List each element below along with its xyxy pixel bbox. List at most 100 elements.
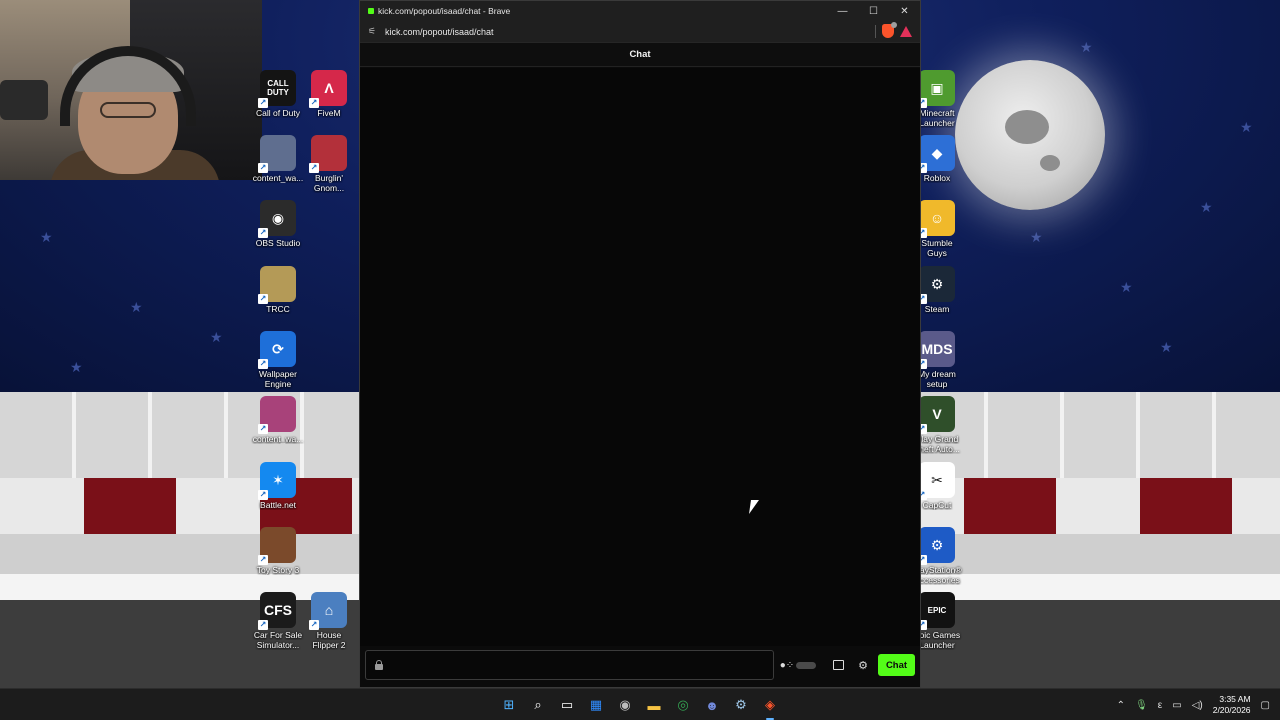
star: ★	[1120, 279, 1133, 295]
icon-label: FiveM	[317, 108, 341, 118]
url-text[interactable]: kick.com/popout/isaad/chat	[385, 27, 494, 37]
app-icon: ☺ ↗	[917, 200, 955, 238]
app-icon: ↗	[258, 396, 296, 434]
taskbar-file-explorer-icon[interactable]: ▬	[642, 693, 666, 717]
app-icon: ↗	[258, 527, 296, 565]
icon-label: House	[316, 630, 342, 640]
taskbar-microsoft-store-icon[interactable]: ▦	[584, 693, 608, 717]
icon-label: Battle.net	[260, 500, 296, 510]
volume-icon[interactable]: ◁)	[1192, 700, 1203, 711]
app-icon: ✂ ↗	[917, 462, 955, 500]
app-icon: ◉ ↗	[258, 200, 296, 238]
left-desktop-icon[interactable]: ↗ Toy Story 3	[250, 527, 306, 575]
shortcut-arrow-icon: ↗	[258, 555, 268, 565]
icon-label: content_wa...	[252, 173, 304, 183]
taskbar-obs-icon[interactable]: ◉	[613, 693, 637, 717]
chat-message-input[interactable]	[365, 650, 774, 680]
left-desktop-icon[interactable]: ↗ TRCC	[250, 266, 306, 314]
language-indicator[interactable]: ε	[1158, 700, 1162, 711]
window-controls: — ☐ ✕	[827, 1, 920, 21]
star: ★	[1080, 39, 1093, 55]
clock-date: 2/20/2026	[1212, 705, 1251, 715]
left-desktop-icon[interactable]: ↗ content_wa...	[250, 135, 306, 183]
system-tray: ⌃ 🎙︎ ε ▭ ◁) 3:35 AM 2/20/2026 ▢	[1117, 689, 1270, 720]
shortcut-arrow-icon: ↗	[309, 620, 319, 630]
star: ★	[210, 329, 223, 345]
shortcut-arrow-icon: ↗	[258, 359, 268, 369]
microphone-icon[interactable]: 🎙︎	[1135, 700, 1148, 711]
clock-time: 3:35 AM	[1219, 694, 1251, 704]
shortcut-arrow-icon: ↗	[258, 424, 268, 434]
star: ★	[1160, 339, 1173, 355]
chevron-up-icon[interactable]: ⌃	[1117, 700, 1125, 711]
icon-label: Toy Story 3	[256, 565, 300, 575]
app-icon: ⟳ ↗	[258, 331, 296, 369]
taskbar-discord-icon[interactable]: ☻	[700, 693, 724, 717]
app-icon: ⚙ ↗	[917, 527, 955, 565]
star: ★	[130, 299, 143, 315]
icon-label: OBS Studio	[255, 238, 301, 248]
app-icon: CFS ↗	[258, 592, 296, 630]
app-icon: ⌂ ↗	[309, 592, 347, 630]
shortcut-arrow-icon: ↗	[258, 98, 268, 108]
icon-label: Wallpaper	[259, 369, 297, 379]
clock[interactable]: 3:35 AM 2/20/2026	[1213, 694, 1251, 716]
icon-label: content_wa...	[252, 434, 304, 444]
app-icon: MDS ↗	[917, 331, 955, 369]
notifications-icon[interactable]: ▢	[1261, 700, 1270, 711]
left-desktop-icon[interactable]: ↗ content_wa...	[250, 396, 306, 444]
icon-label: Burglin'	[314, 173, 344, 183]
left-desktop-icon[interactable]: CFS ↗ Car For Sale Simulator...	[250, 592, 306, 650]
app-icon: Λ ↗	[309, 70, 347, 108]
brave-shields-icon[interactable]	[882, 22, 897, 38]
chat-header: Chat	[360, 43, 920, 67]
left-desktop-icon[interactable]: ✶ ↗ Battle.net	[250, 462, 306, 510]
chat-input-row: ●⁘ ⚙ Chat	[365, 650, 915, 680]
network-icon[interactable]: ▭	[1172, 700, 1181, 711]
store-icon[interactable]	[833, 660, 845, 670]
taskbar-task-view-icon[interactable]: ▭	[555, 693, 579, 717]
brave-rewards-icon[interactable]	[900, 25, 912, 37]
close-button[interactable]: ✕	[889, 1, 920, 21]
site-settings-icon[interactable]: ⚟	[367, 26, 377, 37]
maximize-button[interactable]: ☐	[858, 1, 889, 21]
left-desktop-icon[interactable]: ⟳ ↗ Wallpaper Engine	[250, 331, 306, 389]
taskbar-brave-icon[interactable]: ◈	[758, 693, 782, 720]
chat-send-button[interactable]: Chat	[878, 654, 915, 676]
users-icon[interactable]: ●⁘	[780, 660, 794, 671]
shortcut-arrow-icon: ↗	[258, 620, 268, 630]
taskbar-chrome-icon[interactable]: ◎	[671, 693, 695, 717]
taskbar: ⊞ ⌕ ▭ ▦ ◉ ▬ ◎ ☻ ⚙ ◈ ⌃ 🎙︎ ε ▭ ◁) 3:35 AM 2/20/2026…	[0, 688, 1280, 720]
app-icon: ⚙ ↗	[917, 266, 955, 304]
shortcut-arrow-icon: ↗	[258, 228, 268, 238]
taskbar-search-icon[interactable]: ⌕	[526, 693, 550, 717]
taskbar-start-icon[interactable]: ⊞	[497, 693, 521, 717]
left-desktop-icon[interactable]: ⌂ ↗ House Flipper 2	[301, 592, 357, 650]
app-icon: EPIC ↗	[917, 592, 955, 630]
icon-label: TRCC	[266, 304, 290, 314]
left-desktop-icon[interactable]: ◉ ↗ OBS Studio	[250, 200, 306, 248]
address-bar[interactable]: ⚟ kick.com/popout/isaad/chat	[360, 21, 920, 43]
gear-icon[interactable]: ⚙	[858, 659, 868, 672]
left-desktop-icon[interactable]: ↗ Burglin' Gnom...	[301, 135, 357, 193]
minimize-button[interactable]: —	[827, 1, 858, 21]
app-icon: CALL DUTY ↗	[258, 70, 296, 108]
browser-window: kick.com/popout/isaad/chat - Brave — ☐ ✕…	[359, 0, 921, 688]
app-icon: ↗	[309, 135, 347, 173]
star: ★	[1200, 199, 1213, 215]
shortcut-arrow-icon: ↗	[258, 490, 268, 500]
window-title: kick.com/popout/isaad/chat - Brave	[378, 6, 511, 16]
icon-label: Call of Duty	[256, 108, 300, 118]
icon-label: Engine	[264, 379, 292, 389]
app-icon: ✶ ↗	[258, 462, 296, 500]
icon-label: Gnom...	[313, 183, 345, 193]
taskbar-steam-icon[interactable]: ⚙	[729, 693, 753, 717]
microphone	[0, 80, 48, 120]
left-desktop-icon[interactable]: Λ ↗ FiveM	[301, 70, 357, 118]
kick-favicon-icon	[368, 8, 374, 14]
chat-mode-toggle[interactable]	[796, 661, 817, 669]
title-bar[interactable]: kick.com/popout/isaad/chat - Brave — ☐ ✕	[360, 1, 920, 21]
left-desktop-icon[interactable]: CALL DUTY ↗ Call of Duty	[250, 70, 306, 118]
chat-messages-area[interactable]	[360, 68, 920, 646]
app-icon: ◆ ↗	[917, 135, 955, 173]
